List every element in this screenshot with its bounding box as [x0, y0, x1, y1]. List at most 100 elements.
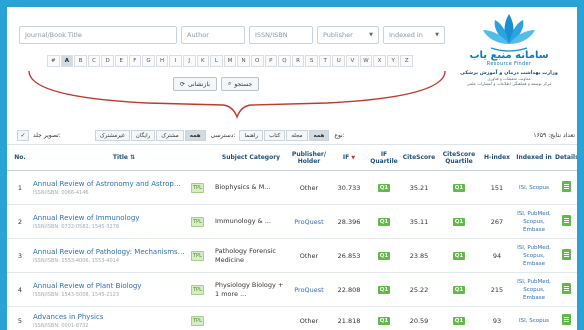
citescore: 23.85: [401, 238, 437, 273]
col-hindex[interactable]: H-index: [481, 144, 513, 171]
alphabet-letter[interactable]: O: [250, 55, 264, 67]
document-icon[interactable]: [561, 181, 571, 192]
publisher[interactable]: ProQuest: [287, 272, 331, 307]
access-option-noncommon[interactable]: غیرمشترک: [94, 129, 130, 141]
indexed-in[interactable]: ISI, PubMed, Scopus, Embase: [513, 272, 555, 307]
quartile-badge: Q1: [452, 218, 466, 226]
table-row: 1 Annual Review of Astronomy and Astrophy…: [7, 170, 577, 205]
publisher-select-label: Publisher: [323, 31, 353, 39]
journal-title-link[interactable]: Annual Review of Astronomy and Astrophy.…: [33, 180, 185, 188]
h-index: 151: [481, 170, 513, 205]
publisher-select[interactable]: Publisher ▼: [317, 26, 379, 44]
access-label: دسترسی:: [210, 131, 236, 139]
if-quartile-cell: Q1: [367, 238, 401, 273]
row-number: 3: [7, 238, 33, 273]
indexed-in[interactable]: ISI, PubMed, Scopus, Embase: [513, 238, 555, 273]
tpl-badge[interactable]: TPL: [191, 284, 204, 295]
alphabet-letter[interactable]: #: [47, 55, 60, 67]
col-no[interactable]: No.: [7, 144, 33, 171]
alphabet-letter[interactable]: I: [169, 55, 182, 67]
journal-title-input[interactable]: Journal/Book Title: [19, 26, 177, 44]
alphabet-letter[interactable]: Q: [278, 55, 291, 67]
title-cell: Annual Review of Immunology ISSN/ISBN: 07…: [33, 204, 215, 239]
table-row: 3 Annual Review of Pathology: Mechanisms …: [7, 238, 577, 273]
logo-subtitle: Resource Finder: [486, 61, 532, 67]
citescore-quartile-cell: Q1: [437, 306, 481, 330]
alphabet-letter[interactable]: C: [87, 55, 101, 67]
alphabet-letter[interactable]: B: [74, 55, 87, 67]
alphabet-letter[interactable]: Y: [386, 55, 400, 67]
alphabet-letter[interactable]: F: [128, 55, 142, 67]
alphabet-letter[interactable]: A: [60, 55, 74, 67]
type-option-all[interactable]: همه: [308, 129, 330, 141]
tpl-badge[interactable]: TPL: [191, 315, 204, 326]
details-cell: [555, 170, 577, 205]
indexed-in[interactable]: ISI, Scopus: [513, 170, 555, 205]
document-icon[interactable]: [561, 249, 571, 260]
journal-issn: ISSN/ISBN: 0066-4146: [33, 189, 89, 196]
citescore-quartile-cell: Q1: [437, 272, 481, 307]
quartile-badge: Q1: [377, 218, 391, 226]
col-if-quartile[interactable]: IF Quartile: [367, 144, 401, 171]
alphabet-letter[interactable]: E: [114, 55, 128, 67]
alphabet-letter[interactable]: J: [182, 55, 196, 67]
journal-issn: ISSN/ISBN: 1553-4006, 1553-4014: [33, 257, 120, 264]
alphabet-letter[interactable]: N: [237, 55, 250, 67]
journal-title-link[interactable]: Annual Review of Pathology: Mechanisms .…: [33, 248, 185, 256]
col-citescore-quartile[interactable]: CiteScore Quartile: [437, 144, 481, 171]
if-quartile-cell: Q1: [367, 306, 401, 330]
indexed-in[interactable]: ISI, PubMed, Scopus, Embase: [513, 204, 555, 239]
col-title[interactable]: Title ⇅: [33, 144, 215, 171]
subject-category: Biophysics & M...: [215, 170, 287, 205]
alphabet-letter[interactable]: X: [373, 55, 386, 67]
journal-title-link[interactable]: Annual Review of Immunology: [33, 214, 185, 222]
publisher[interactable]: ProQuest: [287, 204, 331, 239]
issn-input[interactable]: ISSN/ISBN: [249, 26, 313, 44]
document-icon[interactable]: [561, 314, 571, 325]
journal-title-link[interactable]: Advances in Physics: [33, 313, 185, 321]
alphabet-letter[interactable]: L: [210, 55, 223, 67]
col-if[interactable]: IF ▼: [331, 144, 367, 171]
col-publisher[interactable]: Publisher/ Holder: [287, 144, 331, 171]
alphabet-letter[interactable]: T: [318, 55, 332, 67]
tpl-badge[interactable]: TPL: [191, 250, 204, 261]
col-subject[interactable]: Subject Category: [215, 144, 287, 171]
alphabet-letter[interactable]: D: [101, 55, 114, 67]
details-cell: [555, 238, 577, 273]
col-indexed[interactable]: Indexed in: [513, 144, 555, 171]
alphabet-letter[interactable]: H: [155, 55, 169, 67]
document-icon[interactable]: [561, 283, 571, 294]
document-icon[interactable]: [561, 215, 571, 226]
type-option-book[interactable]: کتاب: [264, 129, 286, 141]
alphabet-letter[interactable]: V: [346, 55, 359, 67]
access-option-subscribed[interactable]: مشترک: [156, 129, 184, 141]
author-input[interactable]: Author: [181, 26, 245, 44]
citescore: 25.22: [401, 272, 437, 307]
check-icon[interactable]: ✓: [17, 129, 29, 141]
alphabet-letter[interactable]: P: [264, 55, 278, 67]
type-guide[interactable]: راهنما: [239, 129, 264, 141]
access-option-all[interactable]: همه: [184, 129, 206, 141]
alphabet-letter[interactable]: G: [142, 55, 155, 67]
type-option-journal[interactable]: مجله: [286, 129, 308, 141]
tpl-badge[interactable]: TPL: [191, 216, 204, 227]
alphabet-letter[interactable]: K: [196, 55, 210, 67]
alphabet-letter[interactable]: M: [223, 55, 237, 67]
quartile-badge: Q1: [377, 317, 391, 325]
indexed-in[interactable]: ISI, Scopus: [513, 306, 555, 330]
alphabet-letter[interactable]: S: [305, 55, 318, 67]
tpl-badge[interactable]: TPL: [191, 182, 204, 193]
journal-title-link[interactable]: Annual Review of Plant Biology: [33, 282, 185, 290]
search-icon: ⌕: [227, 80, 232, 87]
indexed-select[interactable]: Indexed in ▼: [383, 26, 445, 44]
access-option-free[interactable]: رایگان: [130, 129, 156, 141]
alphabet-letter[interactable]: Z: [400, 55, 414, 67]
alphabet-letter[interactable]: U: [332, 55, 346, 67]
search-button[interactable]: ⌕ جستجو: [220, 77, 260, 91]
logo-line-3: مرکز توسعه و هماهنگی اطلاعات و انتشارات …: [466, 81, 552, 86]
alphabet-letter[interactable]: W: [359, 55, 373, 67]
col-citescore[interactable]: CiteScore: [401, 144, 437, 171]
impact-factor: 28.396: [331, 204, 367, 239]
alphabet-letter[interactable]: R: [291, 55, 305, 67]
reset-button[interactable]: ⟳ بازنشانی: [173, 77, 217, 91]
